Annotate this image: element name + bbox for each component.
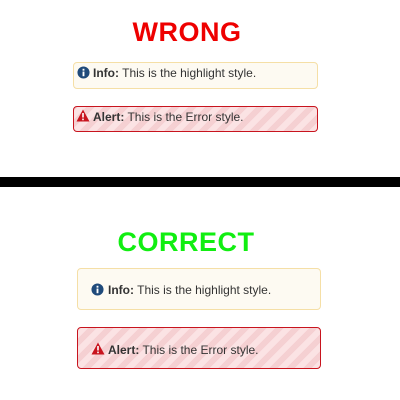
- correct-heading: CORRECT: [117, 227, 255, 257]
- info-circle-icon: [91, 283, 104, 299]
- wrong-heading: WRONG: [132, 17, 242, 47]
- wrong-info-text: Info: This is the highlight style.: [93, 66, 256, 80]
- alert-label: Alert:: [108, 343, 140, 357]
- correct-info-text: Info: This is the highlight style.: [108, 283, 271, 297]
- alert-label: Alert:: [93, 110, 125, 124]
- section-divider: [0, 177, 400, 187]
- wrong-alert-text: Alert: This is the Error style.: [93, 110, 244, 124]
- wrong-info-box: Info: This is the highlight style.: [73, 62, 318, 89]
- alert-message: This is the Error style.: [124, 110, 244, 124]
- info-label: Info:: [93, 66, 119, 80]
- info-circle-icon: [77, 66, 90, 82]
- info-label: Info:: [108, 283, 134, 297]
- alert-message: This is the Error style.: [139, 343, 259, 357]
- wrong-alert-box: Alert: This is the Error style.: [73, 106, 318, 132]
- correct-alert-box: Alert: This is the Error style.: [77, 327, 321, 369]
- info-message: This is the highlight style.: [134, 283, 272, 297]
- page: WRONG Info: This is the highlight style.…: [0, 0, 400, 400]
- correct-alert-text: Alert: This is the Error style.: [108, 343, 259, 357]
- info-message: This is the highlight style.: [119, 66, 257, 80]
- correct-info-box: Info: This is the highlight style.: [77, 268, 321, 310]
- warning-triangle-icon: [91, 342, 105, 358]
- warning-triangle-icon: [76, 109, 90, 125]
